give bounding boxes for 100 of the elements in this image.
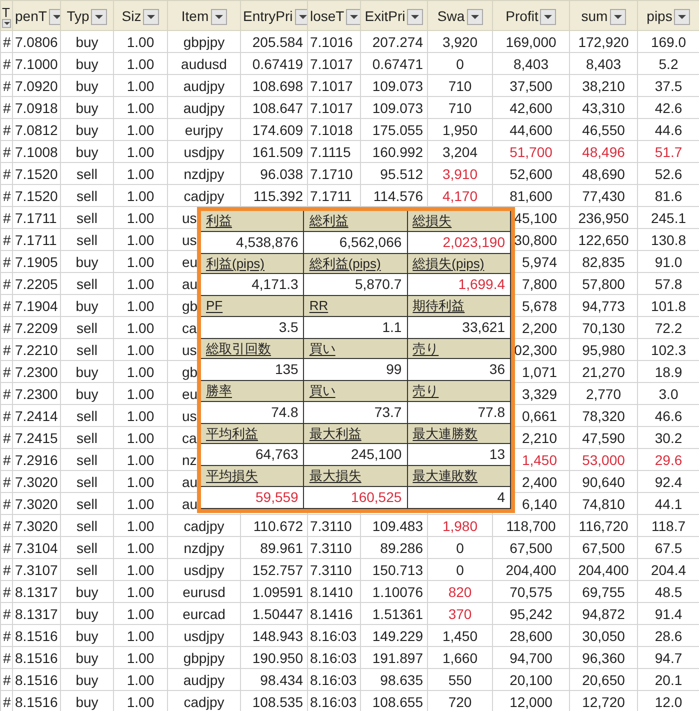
table-cell: 1.00 xyxy=(114,624,168,646)
table-cell: 8.1516 xyxy=(12,646,60,668)
table-cell: audjpy xyxy=(168,668,240,690)
table-cell: 20,100 xyxy=(492,668,570,690)
table-cell: 51,700 xyxy=(492,140,570,162)
filter-dropdown-button[interactable] xyxy=(294,8,306,24)
table-cell: 7.3110 xyxy=(308,558,360,580)
table-cell: 1.00 xyxy=(114,580,168,602)
table-cell: 1.00 xyxy=(114,228,168,250)
table-cell: 7.0806 xyxy=(12,30,60,52)
stat-value: 77.8 xyxy=(408,402,511,424)
stat-label: 利益 xyxy=(201,211,304,232)
table-cell: cadjpy xyxy=(168,514,240,536)
table-cell: # xyxy=(0,206,12,228)
table-cell: 1.00 xyxy=(114,514,168,536)
table-cell: 8.1410 xyxy=(308,580,360,602)
table-cell: 21,270 xyxy=(570,360,638,382)
table-cell: sell xyxy=(60,338,114,360)
table-cell: 1.00 xyxy=(114,558,168,580)
table-cell: 7.3110 xyxy=(308,514,360,536)
table-cell: sell xyxy=(60,272,114,294)
table-cell: usdjpy xyxy=(168,140,240,162)
table-cell: # xyxy=(0,448,12,470)
table-cell: 110.672 xyxy=(240,514,308,536)
table-cell: 7.1018 xyxy=(308,118,360,140)
stat-value: 4,538,876 xyxy=(201,232,304,254)
table-cell: 1.09591 xyxy=(240,580,308,602)
table-cell: 94,872 xyxy=(570,602,638,624)
column-title: pips xyxy=(646,7,672,26)
table-cell: 74,810 xyxy=(570,492,638,514)
table-cell: usdjpy xyxy=(168,624,240,646)
filter-dropdown-button[interactable] xyxy=(466,8,483,24)
table-cell: 0.67471 xyxy=(360,52,428,74)
filter-dropdown-button[interactable] xyxy=(407,8,424,24)
table-cell: gbpjpy xyxy=(168,30,240,52)
table-cell: 108.647 xyxy=(240,96,308,118)
stat-value: 99 xyxy=(304,359,408,382)
table-cell: 1.00 xyxy=(114,96,168,118)
stat-label: 売り xyxy=(408,381,511,402)
column-title: penT xyxy=(15,7,47,26)
table-cell: 2,770 xyxy=(570,382,638,404)
table-cell: 1.51361 xyxy=(360,602,428,624)
filter-dropdown-button[interactable] xyxy=(143,8,160,24)
table-cell: 52,600 xyxy=(492,162,570,184)
stat-label: 買い xyxy=(304,381,408,402)
table-cell: buy xyxy=(60,624,114,646)
stat-label: 最大連勝数 xyxy=(408,424,511,444)
filter-dropdown-button[interactable] xyxy=(674,8,690,24)
table-cell: 8.16:03 xyxy=(308,646,360,668)
stat-value: 13 xyxy=(408,444,511,466)
table-cell: 47,590 xyxy=(570,426,638,448)
table-cell: 8.1317 xyxy=(12,602,60,624)
table-cell: 7.1008 xyxy=(12,140,60,162)
table-cell: 7.3020 xyxy=(12,470,60,492)
table-cell: 1.00 xyxy=(114,250,168,272)
stat-label: 利益(pips) xyxy=(201,254,304,274)
table-cell: 7.2415 xyxy=(12,426,60,448)
table-cell: 1.00 xyxy=(114,184,168,206)
table-cell: 1.00 xyxy=(114,338,168,360)
stat-label: 平均利益 xyxy=(201,424,304,444)
table-cell: 8.1416 xyxy=(308,602,360,624)
table-cell: 108.698 xyxy=(240,74,308,96)
table-cell: 8.16:03 xyxy=(308,668,360,690)
table-cell: 8.16:03 xyxy=(308,690,360,711)
stat-label: 総利益 xyxy=(304,211,408,232)
filter-dropdown-button[interactable] xyxy=(91,8,108,24)
stat-label: 総損失 xyxy=(408,211,511,232)
table-cell: 3,910 xyxy=(428,162,492,184)
filter-dropdown-button[interactable] xyxy=(610,8,626,24)
table-cell: buy xyxy=(60,360,114,382)
table-cell: 160.992 xyxy=(360,140,428,162)
stat-value: 64,763 xyxy=(201,444,304,466)
column-title: sum xyxy=(581,7,608,26)
table-cell: eurcad xyxy=(168,602,240,624)
table-cell: buy xyxy=(60,250,114,272)
table-cell: 1.00 xyxy=(114,316,168,338)
table-cell: 172,920 xyxy=(570,30,638,52)
table-cell: 7.3110 xyxy=(308,536,360,558)
column-title: Swa xyxy=(437,7,465,26)
table-cell: buy xyxy=(60,52,114,74)
table-cell: 95,980 xyxy=(570,338,638,360)
table-cell: 8.1317 xyxy=(12,580,60,602)
table-cell: 46,550 xyxy=(570,118,638,140)
table-cell: 8.16:03 xyxy=(308,624,360,646)
filter-dropdown-button[interactable] xyxy=(540,8,556,24)
table-cell: buy xyxy=(60,668,114,690)
table-cell: buy xyxy=(60,30,114,52)
table-cell: 48,496 xyxy=(570,140,638,162)
column-title: Profit xyxy=(506,7,538,26)
filter-dropdown-button[interactable] xyxy=(2,19,11,28)
table-cell: 98.635 xyxy=(360,668,428,690)
table-cell: audjpy xyxy=(168,74,240,96)
table-cell: 1.00 xyxy=(114,272,168,294)
filter-dropdown-button[interactable] xyxy=(210,8,227,24)
filter-dropdown-button[interactable] xyxy=(346,8,360,24)
table-cell: 7.1710 xyxy=(308,162,360,184)
table-cell: 96,360 xyxy=(570,646,638,668)
table-cell: 37,500 xyxy=(492,74,570,96)
table-cell: 57,800 xyxy=(570,272,638,294)
table-cell: # xyxy=(0,602,12,624)
